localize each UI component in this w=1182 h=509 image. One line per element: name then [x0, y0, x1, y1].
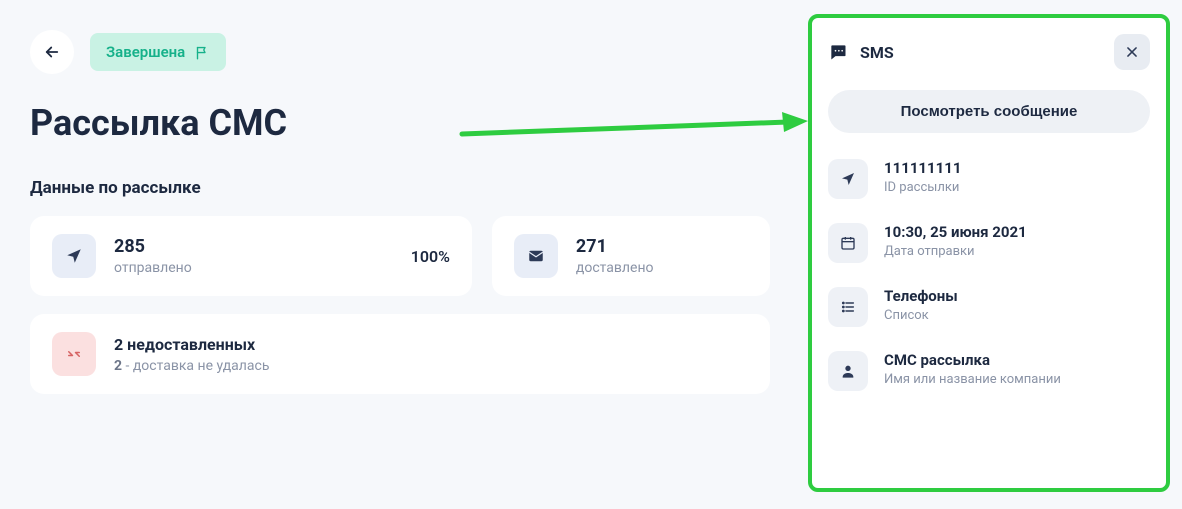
detail-row-date: 10:30, 25 июня 2021 Дата отправки — [828, 223, 1150, 263]
bounce-icon — [65, 345, 83, 363]
detail-icon-phones — [828, 287, 868, 327]
flag-icon — [195, 45, 210, 60]
detail-sender-title: СМС рассылка — [884, 351, 1061, 369]
send-icon — [840, 171, 856, 187]
detail-sender-sub: Имя или название компании — [884, 372, 1061, 387]
detail-id-title: 111111111 — [884, 159, 961, 177]
detail-id-sub: ID рассылки — [884, 180, 961, 195]
failed-reason: - доставка не удалась — [122, 358, 269, 374]
back-button[interactable] — [30, 30, 74, 74]
person-icon — [840, 363, 856, 379]
delivered-value: 271 — [576, 236, 654, 258]
delivered-icon-box — [514, 234, 558, 278]
arrow-left-icon — [43, 43, 61, 61]
sent-label: отправлено — [114, 260, 192, 276]
detail-date-title: 10:30, 25 июня 2021 — [884, 223, 1027, 241]
status-label: Завершена — [106, 43, 185, 61]
sms-icon — [828, 42, 848, 62]
main-content: Завершена Рассылка СМС Данные по рассылк… — [0, 0, 800, 394]
failed-count: 2 — [114, 358, 122, 374]
detail-icon-date — [828, 223, 868, 263]
detail-icon-sender — [828, 351, 868, 391]
sent-icon-box — [52, 234, 96, 278]
detail-row-id: 111111111 ID рассылки — [828, 159, 1150, 199]
stat-card-sent: 285 отправлено 100% — [30, 216, 472, 296]
failed-title: 2 недоставленных — [114, 335, 269, 354]
calendar-icon — [840, 235, 856, 251]
stat-card-failed: 2 недоставленных 2 - доставка не удалась — [30, 314, 770, 394]
details-panel: SMS Посмотреть сообщение 111111111 ID ра… — [808, 14, 1170, 492]
status-badge: Завершена — [90, 33, 226, 71]
detail-icon-id — [828, 159, 868, 199]
stats-row: 285 отправлено 100% 271 доставлено — [30, 216, 770, 296]
detail-row-sender: СМС рассылка Имя или название компании — [828, 351, 1150, 391]
failed-sub: 2 - доставка не удалась — [114, 358, 269, 374]
sent-value: 285 — [114, 236, 192, 258]
sent-percent: 100% — [411, 247, 450, 266]
top-row: Завершена — [30, 30, 770, 74]
close-icon — [1125, 45, 1139, 59]
panel-type: SMS — [860, 43, 894, 62]
stats-heading: Данные по рассылке — [30, 178, 770, 198]
delivered-label: доставлено — [576, 260, 654, 276]
envelope-icon — [527, 247, 545, 265]
page-title: Рассылка СМС — [30, 102, 770, 144]
list-icon — [840, 299, 856, 315]
stat-card-delivered: 271 доставлено — [492, 216, 770, 296]
detail-row-phones[interactable]: Телефоны Список — [828, 287, 1150, 327]
detail-date-sub: Дата отправки — [884, 244, 1027, 259]
close-button[interactable] — [1114, 34, 1150, 70]
detail-phones-sub: Список — [884, 308, 958, 323]
failed-icon-box — [52, 332, 96, 376]
send-icon — [65, 247, 83, 265]
panel-header: SMS — [828, 34, 1150, 70]
detail-phones-title: Телефоны — [884, 287, 958, 305]
view-message-button[interactable]: Посмотреть сообщение — [828, 90, 1150, 133]
